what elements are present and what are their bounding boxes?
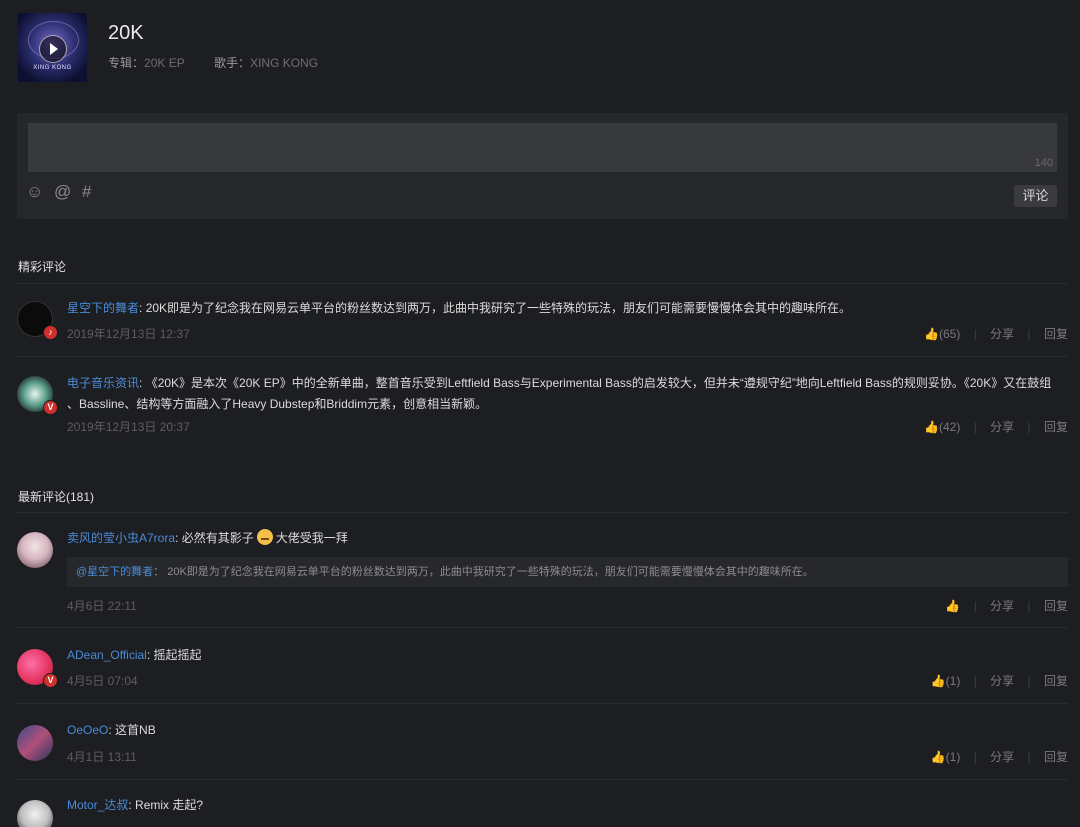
avatar[interactable]: ♪	[17, 301, 58, 340]
comment-time: 4月6日 22:11	[67, 599, 137, 613]
avatar[interactable]	[17, 725, 53, 761]
thumbs-up-icon: 👍	[930, 750, 946, 764]
comment-username[interactable]: OeOeO	[67, 723, 108, 737]
album-label: 专辑：	[108, 56, 145, 70]
avatar[interactable]	[17, 532, 53, 568]
comment-time: 4月1日 13:11	[67, 750, 137, 764]
comment-content: Remix 走起?	[135, 798, 204, 812]
album-cover[interactable]: XING KONG	[18, 13, 87, 82]
comment-username[interactable]: 星空下的舞者	[67, 301, 139, 315]
reply-button[interactable]: 回复	[1044, 599, 1068, 613]
like-button[interactable]: 👍(42)	[924, 420, 960, 434]
at-icon[interactable]: @	[54, 183, 71, 201]
share-button[interactable]: 分享	[990, 420, 1014, 434]
avatar-image	[17, 800, 53, 827]
verified-v-icon: V	[43, 400, 58, 415]
comment-text: 卖风的莹小虫A7rora: 必然有其影子 大佬受我一拜	[67, 529, 348, 545]
avatar-image	[17, 532, 53, 568]
comment-username[interactable]: Motor_达叔	[67, 798, 128, 812]
cover-text: XING KONG	[33, 65, 72, 71]
artist-link[interactable]: XING KONG	[250, 56, 318, 70]
like-count: (42)	[939, 420, 961, 434]
artist-label: 歌手：	[214, 56, 251, 70]
share-button[interactable]: 分享	[990, 674, 1014, 688]
comment-actions: 👍(1) | 分享 | 回复	[930, 750, 1068, 764]
comment-item: V ADean_Official: 摇起摇起 4月5日 07:04 👍(1) |…	[17, 627, 1068, 704]
share-button[interactable]: 分享	[990, 599, 1014, 613]
like-button[interactable]: 👍	[945, 599, 960, 613]
comment-content: 必然有其影子	[181, 531, 254, 545]
char-count: 140	[1034, 157, 1053, 169]
play-icon[interactable]	[39, 35, 67, 63]
verified-v-icon: V	[43, 673, 58, 688]
reply-button[interactable]: 回复	[1044, 327, 1068, 341]
share-button[interactable]: 分享	[990, 327, 1014, 341]
comment-username[interactable]: 卖风的莹小虫A7rora	[67, 531, 175, 545]
comment-item: 卖风的莹小虫A7rora: 必然有其影子 大佬受我一拜 @星空下的舞者： 20K即…	[17, 512, 1068, 628]
comment-actions: 👍(1) | 分享 | 回复	[930, 674, 1068, 688]
like-button[interactable]: 👍(1)	[931, 674, 961, 688]
reply-button[interactable]: 回复	[1044, 674, 1068, 688]
comment-time: 2019年12月13日 12:37	[67, 327, 190, 341]
hashtag-icon[interactable]: #	[82, 183, 91, 201]
comment-username[interactable]: 电子音乐资讯	[67, 376, 139, 390]
share-button[interactable]: 分享	[990, 750, 1014, 764]
comment-content-cont: 大佬受我一拜	[275, 531, 348, 545]
comment-item: V 电子音乐资讯: 《20K》是本次《20K EP》中的全新单曲，整首音乐受到L…	[17, 356, 1068, 437]
comment-time: 4月5日 07:04	[67, 674, 138, 688]
quoted-text: 20K即是为了纪念我在网易云单平台的粉丝数达到两万，此曲中我研究了一些特殊的玩法…	[167, 566, 814, 578]
submit-comment-button[interactable]: 评论	[1014, 185, 1057, 207]
avatar-image	[17, 725, 53, 761]
hot-comments-title: 精彩评论	[18, 260, 67, 274]
comment-text: 电子音乐资讯: 《20K》是本次《20K EP》中的全新单曲，整首音乐受到Lef…	[67, 376, 1052, 411]
like-button[interactable]: 👍(1)	[931, 750, 961, 764]
comment-text: OeOeO: 这首NB	[67, 723, 156, 737]
comment-box: 140 ☺ @ # 评论	[17, 113, 1068, 219]
avatar[interactable]: V	[17, 649, 58, 688]
like-count: (65)	[939, 327, 961, 341]
emoji-icon[interactable]: ☺	[26, 183, 43, 201]
comment-text: Motor_达叔: Remix 走起?	[67, 798, 204, 812]
reply-button[interactable]: 回复	[1044, 750, 1068, 764]
comment-time: 2019年12月13日 20:37	[67, 420, 190, 434]
musician-badge-icon: ♪	[43, 325, 58, 340]
thumbs-up-icon: 👍	[930, 674, 946, 688]
comment-item: ♪ 星空下的舞者: 20K即是为了纪念我在网易云单平台的粉丝数达到两万，此曲中我…	[17, 283, 1068, 357]
comment-text: 星空下的舞者: 20K即是为了纪念我在网易云单平台的粉丝数达到两万，此曲中我研究…	[67, 301, 852, 315]
thumbs-up-icon: 👍	[945, 599, 961, 613]
song-meta: 专辑：20K EP 歌手：XING KONG	[108, 54, 344, 71]
song-title: 20K	[108, 22, 144, 44]
comment-content: 摇起摇起	[153, 648, 202, 662]
quoted-username[interactable]: @星空下的舞者	[76, 566, 153, 578]
like-button[interactable]: 👍(65)	[924, 327, 960, 341]
comment-content: 这首NB	[115, 723, 156, 737]
quoted-comment: @星空下的舞者： 20K即是为了纪念我在网易云单平台的粉丝数达到两万，此曲中我研…	[67, 557, 1068, 587]
like-count: (1)	[945, 674, 961, 688]
comment-actions: 👍 | 分享 | 回复	[945, 599, 1068, 613]
comment-content-line1: 《20K》是本次《20K EP》中的全新单曲，整首音乐受到Leftfield B…	[145, 376, 1052, 390]
comment-input[interactable]	[28, 123, 1057, 172]
thumbs-up-icon: 👍	[924, 327, 939, 341]
reply-button[interactable]: 回复	[1044, 420, 1068, 434]
album-link[interactable]: 20K EP	[144, 56, 185, 70]
comment-username[interactable]: ADean_Official	[67, 648, 147, 662]
comment-item: OeOeO: 这首NB 4月1日 13:11 👍(1) | 分享 | 回复	[17, 703, 1068, 780]
avatar[interactable]: V	[17, 376, 58, 415]
comment-content: 20K即是为了纪念我在网易云单平台的粉丝数达到两万，此曲中我研究了一些特殊的玩法…	[145, 301, 852, 315]
thumbs-up-icon: 👍	[924, 420, 939, 434]
comment-text: ADean_Official: 摇起摇起	[67, 648, 202, 662]
emoji-icon	[256, 529, 273, 545]
comment-actions: 👍(42) | 分享 | 回复	[924, 420, 1068, 434]
comment-actions: 👍(65) | 分享 | 回复	[924, 327, 1068, 341]
like-count: (1)	[945, 750, 961, 764]
comment-content-line2: 、Bassline、结构等方面融入了Heavy Dubstep和Briddim元…	[67, 397, 488, 411]
comment-item: Motor_达叔: Remix 走起?	[17, 779, 1068, 827]
avatar[interactable]	[17, 800, 53, 827]
latest-comments-title: 最新评论(181)	[18, 490, 95, 504]
